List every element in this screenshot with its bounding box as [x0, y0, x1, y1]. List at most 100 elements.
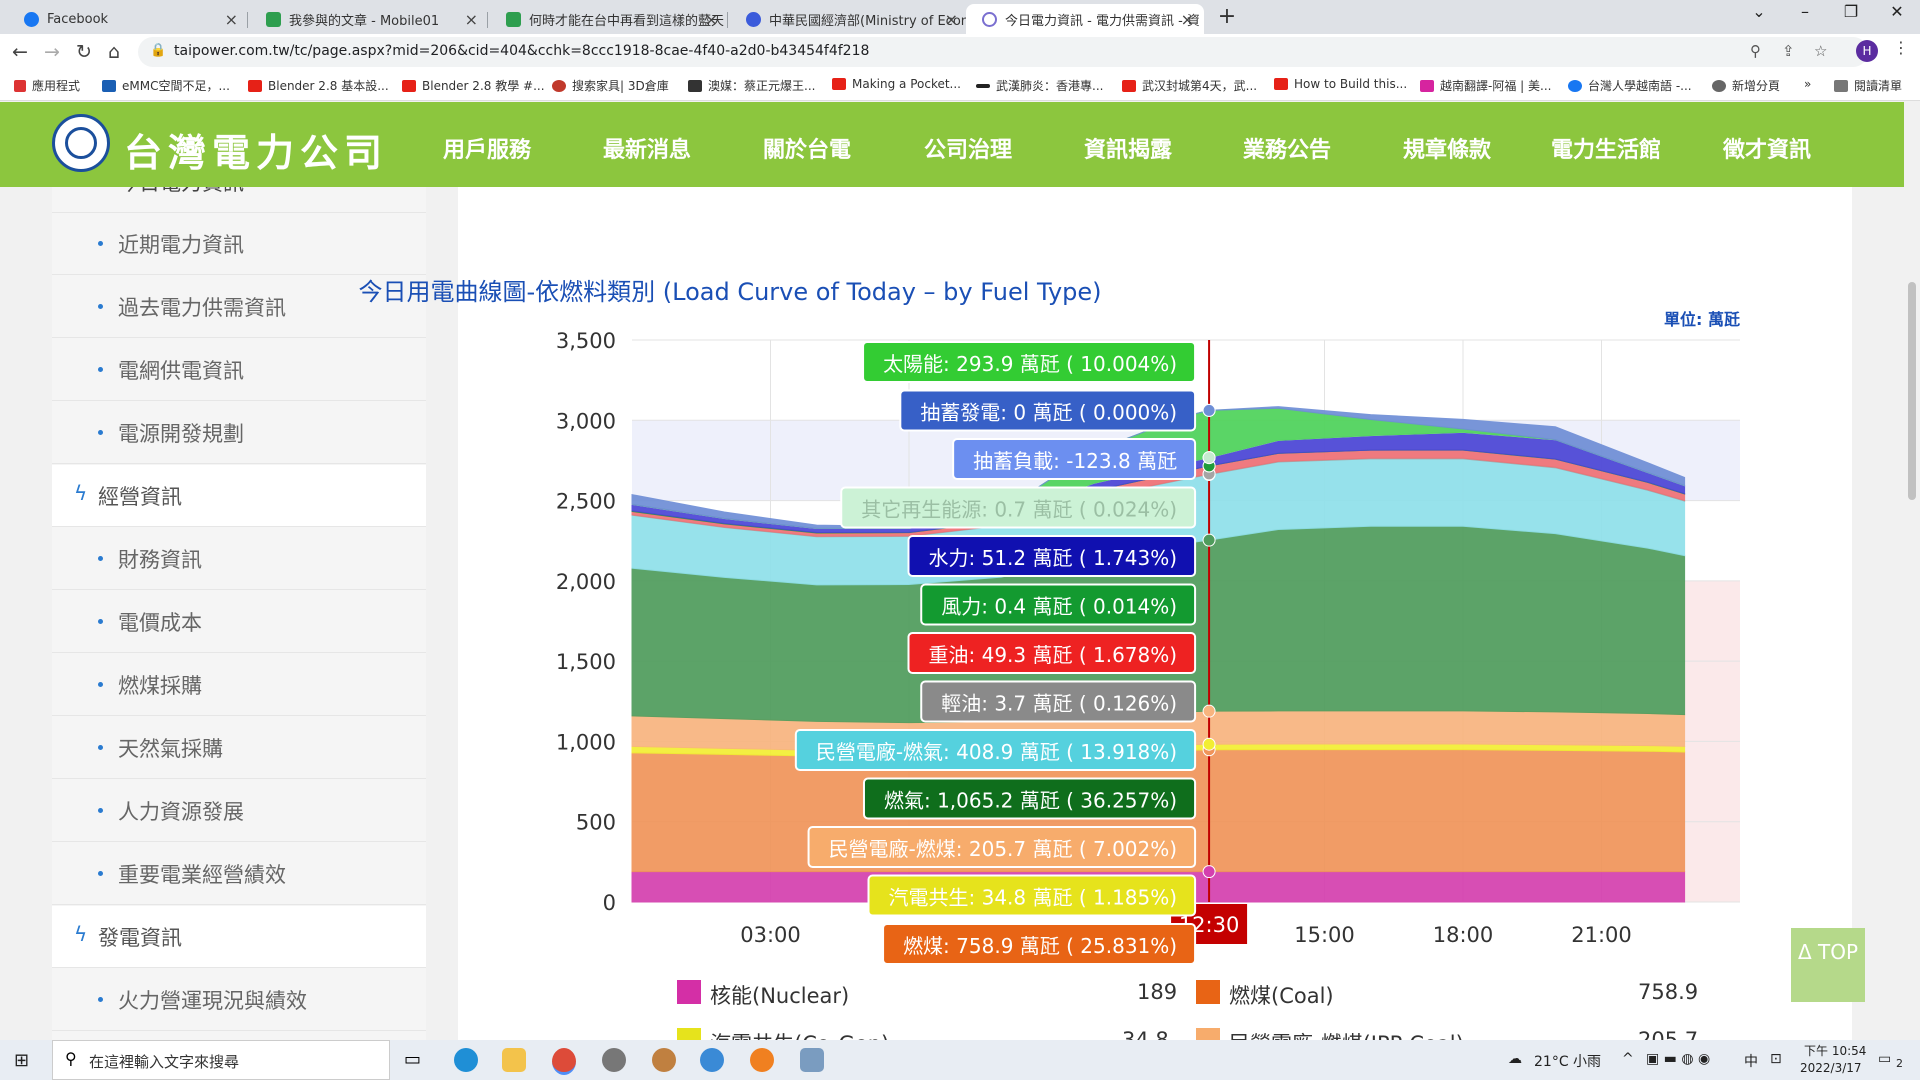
taskbar-search[interactable]: ⚲ 在這裡輸入文字來搜尋 [52, 1040, 390, 1080]
edge-icon[interactable] [454, 1048, 478, 1072]
sidebar-item-planning[interactable]: 電源開發規劃 [52, 402, 426, 464]
nav-customer-service[interactable]: 用戶服務 [443, 132, 531, 164]
browser-tab-facebook[interactable]: Facebook × [8, 4, 248, 34]
sidebar-item-hr[interactable]: 人力資源發展 [52, 780, 426, 842]
sidebar-item-today[interactable]: 今日電力資訊 [52, 187, 426, 213]
legend-label-nuclear[interactable]: 核能(Nuclear) [710, 980, 849, 1010]
bookmark-item[interactable]: 台灣人學越南語 -... [1568, 77, 1692, 94]
close-tab-icon[interactable]: × [225, 10, 238, 29]
scrollbar-thumb[interactable] [1908, 282, 1916, 500]
ime-indicator[interactable]: 中 [1744, 1051, 1758, 1071]
bookmark-item[interactable]: Blender 2.8 基本設... [248, 77, 389, 94]
sidebar-item-recent[interactable]: 近期電力資訊 [52, 213, 426, 275]
reading-list[interactable]: 閱讀清單 [1834, 77, 1902, 94]
task-view-icon[interactable]: ▭ [404, 1049, 428, 1073]
reload-icon[interactable]: ↻ [76, 41, 92, 63]
home-icon[interactable]: ⌂ [108, 41, 120, 63]
tray-icons[interactable]: ▣ ▬ ◍ ◉ [1646, 1051, 1710, 1067]
menu-icon[interactable]: ⋮ [1893, 38, 1909, 57]
bookmark-item[interactable]: Blender 2.8 教學 #... [402, 77, 545, 94]
legend-label-ipp-coal[interactable]: 民營電廠-燃煤(IPP-Coal) [1229, 1028, 1464, 1040]
sidebar-item-performance[interactable]: 重要電業經營績效 [52, 843, 426, 905]
back-icon[interactable]: ← [12, 41, 28, 63]
bookmark-item[interactable]: Making a Pocket... [832, 77, 961, 91]
browser-tab-moea[interactable]: 中華民國經濟部(Ministry of Econ × [730, 4, 968, 34]
nav-power-life[interactable]: 電力生活館 [1551, 132, 1661, 164]
bookmark-item[interactable]: How to Build this... [1274, 77, 1407, 91]
keyboard-icon[interactable]: ⊡ [1770, 1051, 1782, 1067]
app-icon[interactable] [700, 1048, 724, 1072]
taipower-logo-icon[interactable] [52, 114, 110, 172]
browser-tab-taipower[interactable]: 今日電力資訊 - 電力供需資訊 - 資 × [966, 4, 1204, 34]
sidebar-item-gas[interactable]: 天然氣採購 [52, 717, 426, 779]
legend-swatch-ipp-coal[interactable] [1196, 1028, 1220, 1040]
close-tab-icon[interactable]: × [945, 10, 958, 29]
file-explorer-icon[interactable] [502, 1048, 526, 1072]
new-tab-button[interactable]: + [1213, 4, 1241, 29]
app-icon[interactable] [652, 1048, 676, 1072]
minimize-button[interactable]: – [1782, 2, 1828, 21]
sidebar-item-finance[interactable]: 財務資訊 [52, 528, 426, 590]
site-logo-text[interactable]: 台灣電力公司 [124, 122, 388, 177]
url-text[interactable]: taipower.com.tw/tc/page.aspx?mid=206&cid… [174, 43, 869, 59]
nav-about[interactable]: 關於台電 [763, 132, 851, 164]
weather-text[interactable]: 21°C 小雨 [1534, 1051, 1601, 1071]
bookmark-new-tab[interactable]: 新增分頁 [1712, 77, 1780, 94]
close-tab-icon[interactable]: × [705, 10, 718, 29]
nav-regulations[interactable]: 規章條款 [1403, 132, 1491, 164]
legend-swatch-coal[interactable] [1196, 980, 1220, 1004]
bookmark-apps[interactable]: 應用程式 [14, 77, 80, 94]
sidebar-head-generation[interactable]: ϟ 發電資訊 [52, 906, 426, 968]
close-tab-icon[interactable]: × [1181, 10, 1194, 29]
app-icon[interactable] [602, 1048, 626, 1072]
tab-search-icon[interactable]: ⌄ [1736, 2, 1782, 21]
sidebar-item-coal[interactable]: 燃煤採購 [52, 654, 426, 716]
maximize-button[interactable]: ❐ [1828, 2, 1874, 21]
chrome-icon[interactable] [552, 1048, 576, 1075]
close-tab-icon[interactable]: × [465, 10, 478, 29]
close-window-button[interactable]: ✕ [1874, 2, 1920, 21]
share-icon[interactable]: ⇪ [1782, 42, 1795, 60]
bookmark-item[interactable]: 越南翻譯-阿福 | 美... [1420, 77, 1551, 94]
legend-swatch-cogen[interactable] [677, 1028, 701, 1040]
notification-icon[interactable]: ▭ [1878, 1051, 1891, 1067]
tab-title: 我參與的文章 - Mobile01 [289, 13, 440, 29]
bookmark-item[interactable]: 澳媒：蔡正元爆王... [688, 77, 815, 94]
sidebar-item-price-cost[interactable]: 電價成本 [52, 591, 426, 653]
bookmark-item[interactable]: 武汉封城第4天，武... [1122, 77, 1257, 94]
facebook-icon [24, 11, 39, 27]
page-scrollbar[interactable] [1904, 102, 1920, 1040]
bookmark-item[interactable]: 搜索家具| 3D倉庫 [552, 77, 669, 94]
nav-news[interactable]: 最新消息 [603, 132, 691, 164]
sidebar-item-thermal[interactable]: 火力營運現況與績效 [52, 969, 426, 1031]
url-bar[interactable]: 🔒 taipower.com.tw/tc/page.aspx?mid=206&c… [138, 37, 1868, 67]
zoom-icon[interactable]: ⚲ [1750, 42, 1761, 60]
browser-tab-bluesky[interactable]: 何時才能在台中再看到這樣的藍天 × [490, 4, 728, 34]
nav-disclosure[interactable]: 資訊揭露 [1084, 132, 1172, 164]
sidebar-head-operations[interactable]: ϟ 經營資訊 [52, 465, 426, 527]
nav-recruitment[interactable]: 徵才資訊 [1723, 132, 1811, 164]
back-to-top-button[interactable]: Δ TOP [1791, 928, 1865, 1002]
app-icon[interactable] [800, 1048, 824, 1072]
legend-label-cogen[interactable]: 汽電共生(Co-Gen) [710, 1028, 889, 1040]
blender-icon[interactable] [750, 1048, 774, 1072]
nav-governance[interactable]: 公司治理 [924, 132, 1012, 164]
lock-icon[interactable]: 🔒 [150, 43, 166, 58]
nav-announcements[interactable]: 業務公告 [1243, 132, 1331, 164]
bookmark-item[interactable]: eMMC空間不足，... [102, 77, 230, 94]
address-toolbar: ← → ↻ ⌂ 🔒 taipower.com.tw/tc/page.aspx?m… [0, 34, 1920, 70]
clock-date[interactable]: 2022/3/17 [1800, 1061, 1862, 1075]
clock-time[interactable]: 下午 10:54 [1804, 1042, 1866, 1059]
more-bookmarks-icon[interactable]: » [1804, 77, 1811, 91]
sidebar-item-grid[interactable]: 電網供電資訊 [52, 339, 426, 401]
tray-overflow-icon[interactable]: ^ [1622, 1051, 1634, 1067]
legend-swatch-nuclear[interactable] [677, 980, 701, 1004]
browser-tab-mobile01[interactable]: 我參與的文章 - Mobile01 × [250, 4, 488, 34]
forward-icon[interactable]: → [44, 41, 60, 63]
windows-start-icon[interactable]: ⊞ [14, 1050, 29, 1071]
legend-label-coal[interactable]: 燃煤(Coal) [1229, 980, 1334, 1010]
bookmark-item[interactable]: 武漢肺炎：香港專... [976, 77, 1103, 94]
profile-avatar[interactable]: H [1856, 40, 1878, 62]
weather-icon[interactable]: ☁ [1508, 1051, 1522, 1067]
bookmark-star-icon[interactable]: ☆ [1814, 42, 1827, 60]
